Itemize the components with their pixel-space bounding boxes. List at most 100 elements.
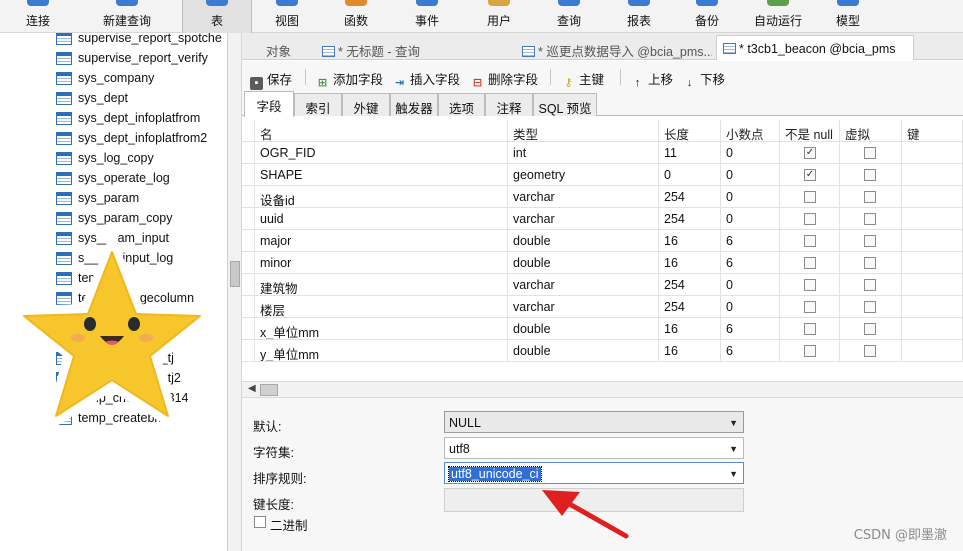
cell-key[interactable]: [902, 318, 963, 340]
table-tree-item[interactable]: sys_param_copy: [52, 208, 227, 228]
virtual-checkbox[interactable]: [864, 213, 876, 225]
cell-type[interactable]: varchar: [508, 208, 659, 230]
not-null-checkbox[interactable]: [804, 257, 816, 269]
grid-horizontal-scrollbar[interactable]: ◀: [242, 381, 963, 398]
col-header-length[interactable]: 长度: [659, 120, 721, 142]
col-header-virtual[interactable]: 虚拟: [840, 120, 902, 142]
collation-select[interactable]: utf8_unicode_ci ▼: [444, 462, 744, 484]
row-header[interactable]: [242, 142, 255, 164]
cell-decimals[interactable]: 0: [721, 296, 780, 318]
sub-tab-4[interactable]: 选项: [438, 93, 485, 116]
cell-type[interactable]: double: [508, 318, 659, 340]
cell-length[interactable]: 0: [659, 164, 721, 186]
table-row[interactable]: 设备id varchar 254 0: [242, 186, 963, 208]
col-header-not-null[interactable]: 不是 null: [780, 120, 840, 142]
charset-select[interactable]: utf8 ▼: [444, 437, 744, 459]
table-tree-item[interactable]: supervise_report_spotche: [52, 33, 227, 48]
table-row[interactable]: SHAPE geometry 0 0 ✓: [242, 164, 963, 186]
cell-name[interactable]: SHAPE: [255, 164, 508, 186]
col-header-key[interactable]: 键: [902, 120, 963, 142]
cell-decimals[interactable]: 0: [721, 142, 780, 164]
cell-name[interactable]: OGR_FID: [255, 142, 508, 164]
table-row[interactable]: 建筑物 varchar 254 0: [242, 274, 963, 296]
table-row[interactable]: y_单位mm double 16 6: [242, 340, 963, 362]
toolbar-button-1[interactable]: 新建查询: [84, 0, 170, 33]
sub-tab-3[interactable]: 触发器: [390, 93, 438, 116]
cell-length[interactable]: 16: [659, 318, 721, 340]
sub-tab-6[interactable]: SQL 预览: [533, 93, 597, 116]
cell-decimals[interactable]: 6: [721, 252, 780, 274]
toolbar-button-8[interactable]: 报表: [610, 0, 668, 33]
row-header[interactable]: [242, 230, 255, 252]
table-row[interactable]: 楼层 varchar 254 0: [242, 296, 963, 318]
row-header[interactable]: [242, 318, 255, 340]
table-row[interactable]: x_单位mm double 16 6: [242, 318, 963, 340]
not-null-checkbox[interactable]: [804, 191, 816, 203]
cell-length[interactable]: 16: [659, 230, 721, 252]
table-row[interactable]: minor double 16 6: [242, 252, 963, 274]
cell-length[interactable]: 254: [659, 296, 721, 318]
editor-tab-3[interactable]: * t3cb1_beacon @bcia_pms: [716, 35, 914, 60]
cell-key[interactable]: [902, 142, 963, 164]
editor-tab-2[interactable]: * 巡更点数据导入 @bcia_pms...: [516, 35, 712, 60]
table-row[interactable]: OGR_FID int 11 0 ✓: [242, 142, 963, 164]
virtual-checkbox[interactable]: [864, 301, 876, 313]
toolbar-button-11[interactable]: 模型: [820, 0, 876, 33]
row-header[interactable]: [242, 296, 255, 318]
sidebar-scroll-thumb[interactable]: [230, 261, 240, 287]
not-null-checkbox[interactable]: [804, 323, 816, 335]
cell-name[interactable]: 建筑物: [255, 274, 508, 296]
sub-tab-0[interactable]: 字段: [244, 91, 294, 117]
row-header[interactable]: [242, 186, 255, 208]
cell-decimals[interactable]: 0: [721, 164, 780, 186]
scroll-left-icon[interactable]: ◀: [248, 383, 256, 394]
sub-tab-5[interactable]: 注释: [485, 93, 533, 116]
virtual-checkbox[interactable]: [864, 169, 876, 181]
editor-tab-0[interactable]: 对象: [260, 35, 314, 60]
table-tree-item[interactable]: sys_param: [52, 188, 227, 208]
move-up-button[interactable]: ↑ 上移: [631, 69, 673, 89]
virtual-checkbox[interactable]: [864, 147, 876, 159]
row-header[interactable]: [242, 340, 255, 362]
toolbar-button-4[interactable]: 函数: [327, 0, 385, 33]
cell-key[interactable]: [902, 208, 963, 230]
row-header[interactable]: [242, 164, 255, 186]
toolbar-button-10[interactable]: 自动运行: [744, 0, 812, 33]
cell-decimals[interactable]: 0: [721, 208, 780, 230]
virtual-checkbox[interactable]: [864, 323, 876, 335]
not-null-checkbox[interactable]: [804, 279, 816, 291]
cell-key[interactable]: [902, 164, 963, 186]
cell-key[interactable]: [902, 186, 963, 208]
cell-decimals[interactable]: 0: [721, 274, 780, 296]
virtual-checkbox[interactable]: [864, 235, 876, 247]
row-header[interactable]: [242, 274, 255, 296]
not-null-checkbox[interactable]: [804, 235, 816, 247]
grid-scroll-thumb[interactable]: [260, 384, 278, 396]
delete-field-button[interactable]: ⊟ 删除字段: [471, 69, 538, 89]
cell-name[interactable]: x_单位mm: [255, 318, 508, 340]
cell-decimals[interactable]: 6: [721, 318, 780, 340]
table-tree-item[interactable]: supervise_report_verify: [52, 48, 227, 68]
toolbar-button-7[interactable]: 查询: [540, 0, 598, 33]
col-header-name[interactable]: 名: [255, 120, 508, 142]
cell-name[interactable]: major: [255, 230, 508, 252]
primary-key-button[interactable]: ⚷ 主键: [562, 69, 604, 89]
toolbar-button-0[interactable]: 连接: [12, 0, 64, 33]
col-header-decimals[interactable]: 小数点: [721, 120, 780, 142]
not-null-checkbox[interactable]: ✓: [804, 169, 816, 181]
sub-tab-1[interactable]: 索引: [294, 93, 342, 116]
cell-decimals[interactable]: 6: [721, 340, 780, 362]
not-null-checkbox[interactable]: [804, 345, 816, 357]
sidebar-scrollbar[interactable]: [228, 33, 242, 551]
toolbar-button-6[interactable]: 用户: [470, 0, 528, 33]
cell-key[interactable]: [902, 296, 963, 318]
table-tree-item[interactable]: sys_dept_infoplatfrom2: [52, 128, 227, 148]
toolbar-button-5[interactable]: 事件: [398, 0, 456, 33]
save-button[interactable]: ▪ 保存: [250, 69, 292, 90]
table-tree-item[interactable]: sys_dept_infoplatfrom: [52, 108, 227, 128]
cell-name[interactable]: minor: [255, 252, 508, 274]
cell-length[interactable]: 16: [659, 252, 721, 274]
virtual-checkbox[interactable]: [864, 191, 876, 203]
cell-type[interactable]: geometry: [508, 164, 659, 186]
cell-type[interactable]: int: [508, 142, 659, 164]
